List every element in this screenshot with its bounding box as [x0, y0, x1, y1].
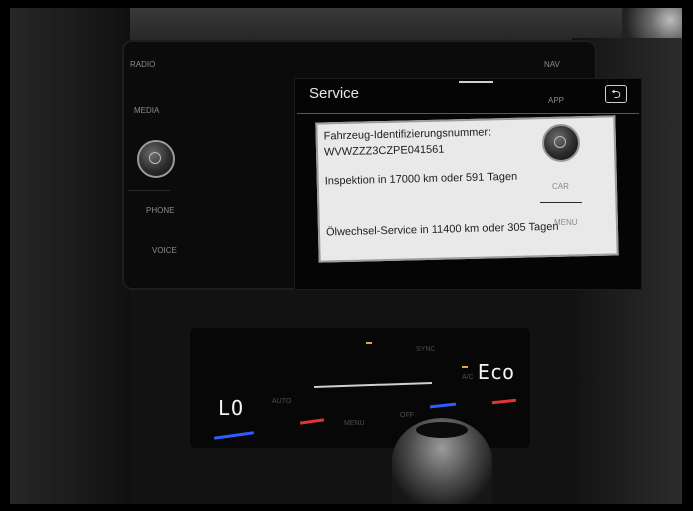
app-button[interactable]: APP	[548, 96, 564, 105]
title-divider	[297, 113, 639, 114]
car-button[interactable]: CAR	[552, 182, 569, 191]
passenger-temp-hot	[491, 398, 517, 405]
gear-selector-top	[416, 422, 468, 438]
sync-button[interactable]: SYNC	[416, 346, 435, 353]
volume-knob[interactable]	[137, 140, 175, 178]
ac-button[interactable]: A/C	[462, 374, 474, 381]
menu-button[interactable]: MENU	[554, 218, 578, 227]
off-button[interactable]: OFF	[400, 412, 414, 419]
car-dashboard-photo: RADIO MEDIA PHONE VOICE Service ⮌ Fahrze…	[10, 8, 682, 504]
inspection-due: Inspektion in 17000 km oder 591 Tagen	[324, 170, 518, 188]
passenger-temp-cold	[429, 402, 457, 409]
climate-control-panel: SYNC A/C Eco LO AUTO MENU OFF	[190, 328, 530, 448]
oil-service-due: Ölwechsel-Service in 11400 km oder 305 T…	[325, 220, 559, 239]
divider	[128, 190, 170, 191]
nav-button[interactable]: NAV	[544, 60, 560, 69]
menu-climate-button[interactable]: MENU	[344, 420, 365, 427]
page-title: Service	[309, 85, 360, 102]
divider	[540, 202, 582, 203]
indicator-light	[366, 342, 372, 344]
eco-mode-display: Eco	[477, 360, 514, 384]
media-button[interactable]: MEDIA	[134, 106, 159, 115]
dashboard-left-panel	[10, 8, 130, 504]
pull-down-handle[interactable]	[459, 81, 493, 83]
phone-button[interactable]: PHONE	[146, 206, 174, 215]
infotainment-head-unit: RADIO MEDIA PHONE VOICE Service ⮌ Fahrze…	[122, 40, 642, 290]
power-icon	[149, 152, 161, 164]
gear-selector[interactable]	[392, 418, 492, 504]
tune-knob[interactable]	[542, 124, 580, 162]
driver-temperature: LO	[218, 396, 245, 420]
vin-value: WVWZZZ3CZPE041561	[323, 143, 445, 159]
auto-button[interactable]: AUTO	[272, 398, 291, 405]
back-arrow-icon[interactable]: ⮌	[605, 85, 627, 103]
voice-button[interactable]: VOICE	[152, 246, 177, 255]
vin-label: Fahrzeug-Identifizierungsnummer:	[323, 126, 492, 143]
radio-button[interactable]: RADIO	[130, 60, 155, 69]
knob-center	[554, 136, 566, 148]
ac-indicator	[462, 366, 468, 368]
fan-speed-slider[interactable]	[314, 381, 432, 389]
display-screen: Service ⮌ Fahrzeug-Identifizierungsnumme…	[294, 78, 642, 290]
